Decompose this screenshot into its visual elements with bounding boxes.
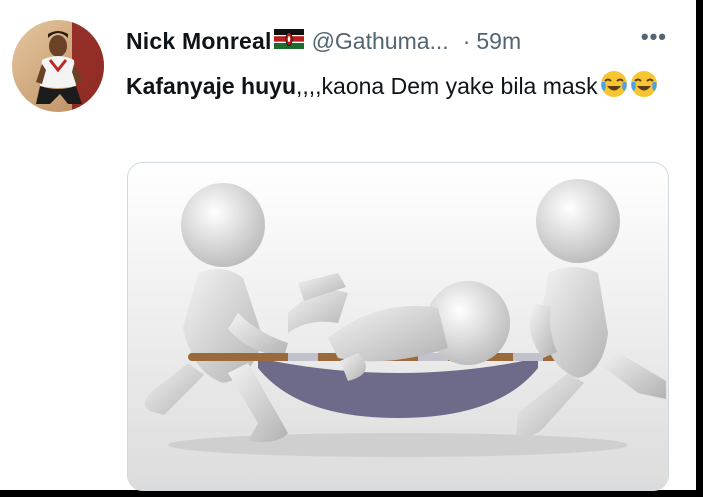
tweet-text-bold: Kafanyaje huyu — [126, 73, 296, 99]
author-handle[interactable]: @Gathuma... — [312, 28, 449, 55]
timestamp[interactable]: 59m — [476, 28, 521, 55]
separator-dot: · — [462, 27, 471, 54]
face-with-tears-of-joy-icon — [630, 70, 658, 98]
avatar[interactable] — [12, 20, 104, 112]
tweet-text-rest: ,,,,kaona Dem yake bila mask — [296, 73, 598, 99]
tweet-card[interactable]: Nick Monreal @Gathuma... · 59m ••• Kafan… — [0, 0, 696, 491]
tweet-header: Nick Monreal @Gathuma... · 59m ••• — [126, 24, 671, 56]
author-name[interactable]: Nick Monreal — [126, 28, 272, 55]
tweet-text: Kafanyaje huyu,,,,kaona Dem yake bila ma… — [126, 66, 666, 107]
tweet-media-image[interactable] — [127, 162, 669, 491]
kenya-flag-icon — [273, 28, 304, 55]
face-with-tears-of-joy-icon — [600, 70, 628, 98]
more-options-icon[interactable]: ••• — [641, 24, 667, 50]
